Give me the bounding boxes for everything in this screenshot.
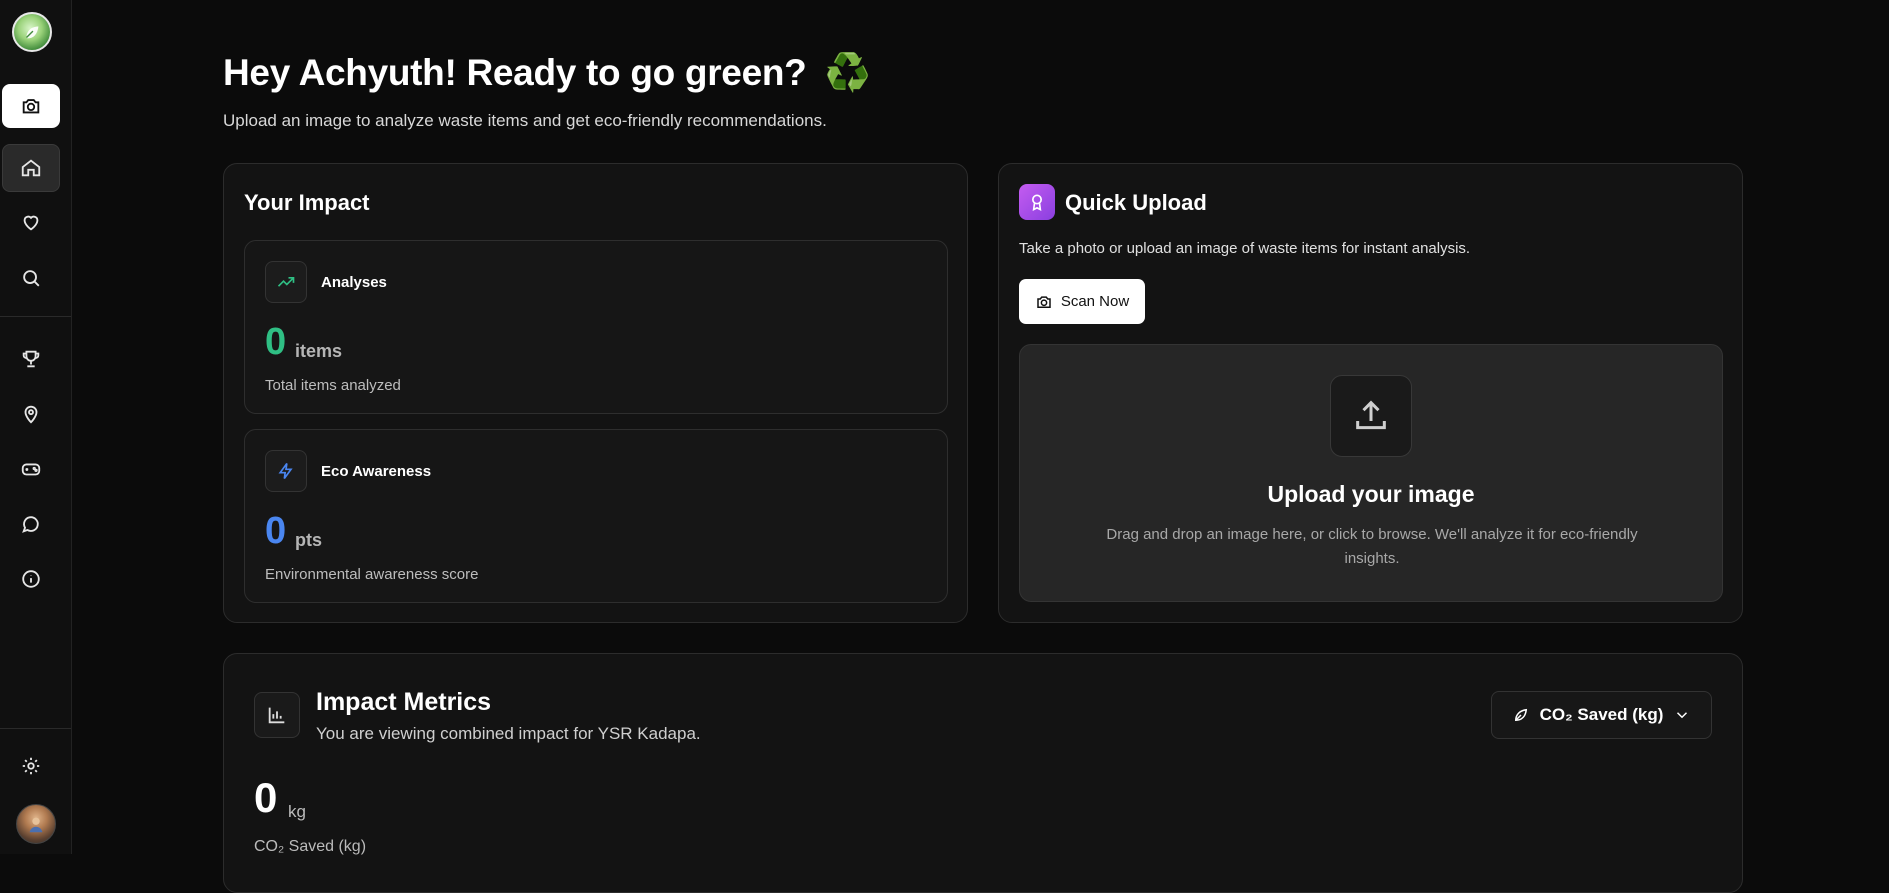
map-pin-icon (24, 405, 38, 424)
metric-value: 0 (254, 774, 278, 821)
analyses-description: Total items analyzed (265, 377, 401, 394)
sidebar-item-games[interactable] (2, 447, 60, 491)
scan-now-label: Scan Now (1060, 293, 1130, 310)
metric-label: CO₂ Saved (kg) (254, 838, 367, 855)
metrics-icon-box (254, 692, 300, 738)
app-logo[interactable] (12, 12, 52, 52)
sidebar-item-about[interactable] (2, 557, 60, 601)
upload-icon (1356, 400, 1386, 430)
search-icon (23, 270, 40, 287)
chevron-down-icon (1677, 712, 1688, 719)
settings-icon (22, 757, 40, 775)
stat-icon-box (265, 261, 307, 303)
page-subtitle: Upload an image to analyze waste items a… (223, 111, 827, 130)
upload-icon-box (1330, 375, 1412, 457)
analyses-stat-card: Analyses 0 items Total items analyzed (244, 240, 948, 414)
impact-metrics-subtitle: You are viewing combined impact for YSR … (316, 724, 701, 743)
quick-upload-card: Quick Upload Take a photo or upload an i… (998, 163, 1743, 623)
analyses-unit: items (295, 341, 343, 361)
your-impact-card: Your Impact Analyses 0 items Total items… (223, 163, 968, 623)
sidebar-item-favorites[interactable] (2, 200, 60, 244)
your-impact-title: Your Impact (244, 190, 370, 215)
info-icon (22, 570, 40, 588)
sidebar-item-scan[interactable] (2, 84, 60, 128)
quick-upload-description: Take a photo or upload an image of waste… (1019, 240, 1471, 257)
trophy-icon (22, 350, 40, 368)
leaf-logo-icon (26, 26, 39, 39)
eco-awareness-value: 0 (265, 510, 287, 552)
impact-metrics-card: Impact Metrics You are viewing combined … (223, 653, 1743, 893)
eco-awareness-label: Eco Awareness (321, 463, 432, 480)
analyses-value: 0 (265, 321, 287, 363)
scan-now-button[interactable]: Scan Now (1019, 279, 1145, 324)
recycle-emoji: ♻️ (824, 52, 871, 93)
greeting-text: Hey Achyuth! Ready to go green? (223, 52, 807, 93)
sidebar-item-settings[interactable] (2, 744, 60, 788)
sidebar (0, 0, 72, 854)
sidebar-item-locations[interactable] (2, 392, 60, 436)
page-title: Hey Achyuth! Ready to go green? ♻️ (223, 52, 871, 95)
lightning-icon (278, 463, 293, 479)
stat-icon-box (265, 450, 307, 492)
upload-title: Upload your image (1267, 481, 1475, 507)
quick-upload-title: Quick Upload (1065, 190, 1207, 215)
sidebar-item-home[interactable] (2, 144, 60, 192)
home-icon (21, 159, 41, 177)
metric-unit: kg (288, 802, 306, 821)
heart-icon (23, 215, 39, 231)
sidebar-divider (0, 316, 71, 317)
camera-icon (22, 99, 40, 114)
eco-awareness-unit: pts (295, 530, 322, 550)
award-icon (1032, 194, 1042, 211)
sidebar-divider (0, 728, 71, 729)
quick-upload-icon-box (1019, 184, 1055, 220)
trending-up-icon (277, 277, 295, 287)
sidebar-item-search[interactable] (2, 256, 60, 300)
eco-awareness-description: Environmental awareness score (265, 566, 479, 583)
gamepad-icon (21, 463, 41, 476)
avatar-person-icon (29, 817, 43, 833)
metric-selector-dropdown[interactable]: CO₂ Saved (kg) (1491, 691, 1712, 739)
image-dropzone[interactable]: Upload your image Drag and drop an image… (1019, 344, 1723, 602)
eco-awareness-stat-card: Eco Awareness 0 pts Environmental awaren… (244, 429, 948, 603)
sidebar-item-chat[interactable] (2, 502, 60, 546)
user-avatar[interactable] (16, 804, 56, 844)
upload-description: Drag and drop an image here, or click to… (1106, 526, 1638, 567)
sidebar-item-leaderboard[interactable] (2, 337, 60, 381)
impact-metrics-title: Impact Metrics (316, 688, 492, 716)
bar-chart-icon (268, 707, 285, 724)
leaf-icon (1514, 708, 1527, 722)
metric-selector-label: CO₂ Saved (kg) (1539, 705, 1664, 724)
analyses-label: Analyses (321, 274, 387, 291)
camera-icon (1037, 295, 1051, 308)
chat-icon (22, 516, 39, 533)
